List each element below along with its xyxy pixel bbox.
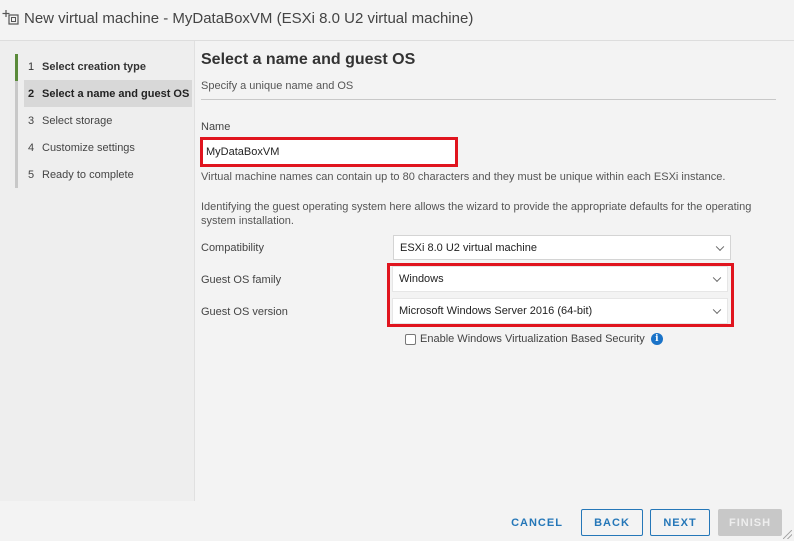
guest-os-version-select[interactable]: Microsoft Windows Server 2016 (64-bit) <box>392 298 728 324</box>
resize-grip-icon[interactable] <box>783 530 792 539</box>
new-vm-wizard: New virtual machine - MyDataBoxVM (ESXi … <box>0 0 794 541</box>
back-button[interactable]: BACK <box>581 509 643 536</box>
step-number: 4 <box>28 141 35 154</box>
step-number: 2 <box>28 87 35 100</box>
step-select-creation-type[interactable]: 1 Select creation type <box>24 53 192 80</box>
title-bar: New virtual machine - MyDataBoxVM (ESXi … <box>0 0 794 40</box>
name-hint: Virtual machine names can contain up to … <box>201 171 726 183</box>
step-number: 5 <box>28 168 35 181</box>
main-panel: Select a name and guest OS Specify a uni… <box>195 41 794 501</box>
guest-os-version-value: Microsoft Windows Server 2016 (64-bit) <box>399 305 593 317</box>
vbs-option: Enable Windows Virtualization Based Secu… <box>405 333 663 345</box>
cancel-button[interactable]: CANCEL <box>505 509 569 536</box>
guest-os-family-value: Windows <box>399 273 444 285</box>
name-label: Name <box>201 121 231 133</box>
guest-os-version-label: Guest OS version <box>201 306 288 318</box>
vbs-label[interactable]: Enable Windows Virtualization Based Secu… <box>420 333 645 345</box>
step-label: Ready to complete <box>42 168 134 181</box>
compatibility-value: ESXi 8.0 U2 virtual machine <box>400 241 537 254</box>
chevron-down-icon <box>715 242 725 251</box>
chevron-down-icon <box>712 305 722 315</box>
name-highlight-box <box>200 137 458 167</box>
wizard-steps: 1 Select creation type 2 Select a name a… <box>0 41 194 501</box>
steps-rail-progress <box>15 54 18 81</box>
finish-button[interactable]: FINISH <box>718 509 782 536</box>
vm-name-input[interactable] <box>204 141 454 163</box>
guest-os-hint: Identifying the guest operating system h… <box>201 201 752 227</box>
new-vm-icon <box>2 10 19 25</box>
header-divider <box>201 99 776 100</box>
step-label: Select creation type <box>42 60 146 73</box>
step-select-storage[interactable]: 3 Select storage <box>24 107 192 134</box>
step-number: 1 <box>28 60 35 73</box>
page-title: Select a name and guest OS <box>201 51 416 68</box>
step-label: Select storage <box>42 114 113 127</box>
step-customize-settings[interactable]: 4 Customize settings <box>24 134 192 161</box>
step-ready-to-complete[interactable]: 5 Ready to complete <box>24 161 192 188</box>
step-label: Customize settings <box>42 141 135 154</box>
compatibility-select[interactable]: ESXi 8.0 U2 virtual machine <box>393 235 731 260</box>
page-subtitle: Specify a unique name and OS <box>201 80 354 92</box>
step-number: 3 <box>28 114 35 127</box>
vbs-checkbox[interactable] <box>405 333 416 345</box>
step-select-name-guest-os[interactable]: 2 Select a name and guest OS <box>24 80 192 107</box>
compatibility-label: Compatibility <box>201 242 264 254</box>
guest-os-family-label: Guest OS family <box>201 274 282 286</box>
step-label: Select a name and guest OS <box>42 87 190 100</box>
wizard-footer: CANCEL BACK NEXT FINISH <box>0 501 794 541</box>
chevron-down-icon <box>712 273 722 283</box>
info-icon[interactable]: i <box>650 333 663 345</box>
guest-os-family-select[interactable]: Windows <box>392 266 728 292</box>
next-button[interactable]: NEXT <box>650 509 710 536</box>
window-title: New virtual machine - MyDataBoxVM (ESXi … <box>24 10 474 27</box>
